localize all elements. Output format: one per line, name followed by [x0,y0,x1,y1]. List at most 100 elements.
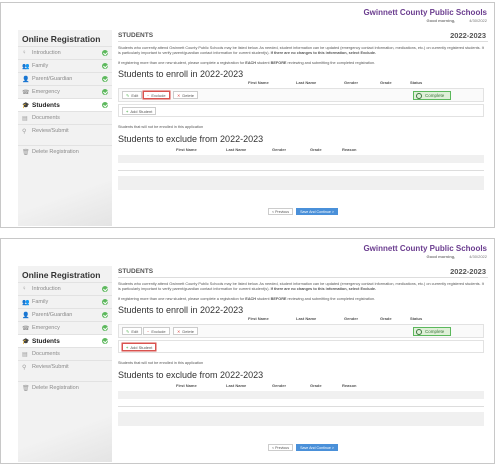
sidebar-title: Online Registration [22,270,101,280]
enroll-heading: Students to enroll in 2022-2023 [118,305,244,315]
main-content: STUDENTS 2022-2023 Students who currentl… [118,266,488,462]
exclude-table-empty [118,391,484,399]
col-first-name: First Name [248,316,269,321]
section-header: STUDENTS 2022-2023 [118,266,488,278]
sidebar-item-label: Documents [32,115,60,121]
col-status: Status [410,80,423,85]
page-header: Gwinnett County Public Schools Good morn… [363,8,487,23]
sidebar-item-students[interactable]: 🎓 Students [18,98,112,111]
col-first-name: First Name [176,383,197,388]
enroll-table-row: ✎ Edit − Exclude ✕ Delete Complete [118,88,484,102]
school-name: Gwinnett County Public Schools [363,8,487,17]
exclude-button[interactable]: − Exclude [143,91,170,99]
close-icon: ✕ [177,92,181,98]
edit-button[interactable]: ✎ Edit [122,327,143,335]
sidebar-item-delete-registration[interactable]: 🗑 Delete Registration [18,381,112,394]
add-student-row: + Add Student [118,104,484,117]
check-circle-icon [416,92,422,99]
person-icon: 👤 [22,76,30,83]
lightbulb-icon: ♀ [22,50,27,56]
sidebar-item-documents[interactable]: ▤ Documents [18,347,112,360]
col-gender: Gender [272,383,287,388]
sidebar-item-label: Parent/Guardian [32,312,73,318]
date-display: 4/30/2022 [469,254,487,259]
section-title: STUDENTS [118,32,154,39]
exclude-heading: Students to exclude from 2022-2023 [118,134,264,144]
sidebar-item-label: Delete Registration [32,149,79,155]
delete-button[interactable]: ✕ Delete [173,91,198,99]
sidebar-item-label: Emergency [32,325,60,331]
status-badge: Complete [413,327,452,336]
family-icon: 👥 [22,63,30,70]
col-last-name: Last Name [226,383,247,388]
exclude-button[interactable]: − Exclude [143,327,170,335]
sidebar-item-review-submit[interactable]: ⚲ Review/Submit [18,124,112,137]
check-circle-icon [102,63,108,69]
graduation-cap-icon: 🎓 [22,338,30,345]
col-reason: Reason [342,147,357,152]
save-and-continue-button[interactable]: Save And Continue > [296,208,338,215]
check-circle-icon [102,50,108,56]
emergency-icon: ☎ [22,89,30,96]
document-icon: ▤ [22,115,28,122]
save-and-continue-button[interactable]: Save And Continue > [296,444,338,451]
col-reason: Reason [342,383,357,388]
col-grade: Grade [380,80,392,85]
instructions-paragraph-2: If registering more than one new student… [118,61,376,65]
search-icon: ⚲ [22,364,27,371]
sidebar-item-parent-guardian[interactable]: 👤 Parent/Guardian [18,72,112,85]
col-last-name: Last Name [296,316,317,321]
add-student-row: + Add Student [118,340,484,353]
col-status: Status [410,316,423,321]
check-circle-icon [102,312,108,318]
sidebar-item-documents[interactable]: ▤ Documents [18,111,112,124]
col-first-name: First Name [248,80,269,85]
instructions-paragraph-2: If registering more than one new student… [118,297,376,301]
exclude-table-footer [118,176,484,190]
sidebar-item-family[interactable]: 👥 Family [18,59,112,72]
add-student-button[interactable]: + Add Student [122,107,157,115]
previous-button[interactable]: < Previous [268,444,294,451]
document-icon: ▤ [22,351,28,358]
status-badge: Complete [413,91,452,100]
enroll-heading: Students to enroll in 2022-2023 [118,69,244,79]
minus-icon: − [147,328,150,334]
screenshot-top: Gwinnett County Public Schools Good morn… [0,2,495,228]
check-circle-icon [102,286,108,292]
not-enrolled-note: Students that will not be enrolled in th… [118,361,204,365]
instructions-paragraph: Students who currently attend Gwinnett C… [118,282,484,291]
plus-icon: + [126,344,129,350]
school-year: 2022-2023 [450,267,486,276]
plus-icon: + [126,108,129,114]
section-header: STUDENTS 2022-2023 [118,30,488,42]
pencil-icon: ✎ [126,92,130,98]
delete-button[interactable]: ✕ Delete [173,327,198,335]
previous-button[interactable]: < Previous [268,208,294,215]
col-grade: Grade [380,316,392,321]
search-icon: ⚲ [22,128,27,135]
col-first-name: First Name [176,147,197,152]
school-year: 2022-2023 [450,31,486,40]
navigation-buttons: < Previous Save And Continue > [118,208,488,215]
divider [118,406,484,407]
sidebar-item-parent-guardian[interactable]: 👤 Parent/Guardian [18,308,112,321]
sidebar: Online Registration ♀ Introduction 👥 Family… [18,266,112,462]
sidebar-item-label: Documents [32,351,60,357]
edit-button[interactable]: ✎ Edit [122,91,143,99]
sidebar-item-introduction[interactable]: ♀ Introduction [18,46,112,59]
sidebar-item-delete-registration[interactable]: 🗑 Delete Registration [18,145,112,158]
sidebar-item-family[interactable]: 👥 Family [18,295,112,308]
school-name: Gwinnett County Public Schools [363,244,487,253]
sidebar-item-emergency[interactable]: ☎ Emergency [18,85,112,98]
col-grade: Grade [310,383,322,388]
sidebar-item-label: Parent/Guardian [32,76,73,82]
check-circle-icon [416,328,422,335]
sidebar-item-review-submit[interactable]: ⚲ Review/Submit [18,360,112,373]
sidebar-item-students[interactable]: 🎓 Students [18,334,112,347]
sidebar-item-label: Emergency [32,89,60,95]
exclude-table-empty [118,155,484,163]
sidebar-item-emergency[interactable]: ☎ Emergency [18,321,112,334]
sidebar-decoration [18,416,112,462]
add-student-button[interactable]: + Add Student [122,343,157,351]
sidebar-item-introduction[interactable]: ♀ Introduction [18,282,112,295]
